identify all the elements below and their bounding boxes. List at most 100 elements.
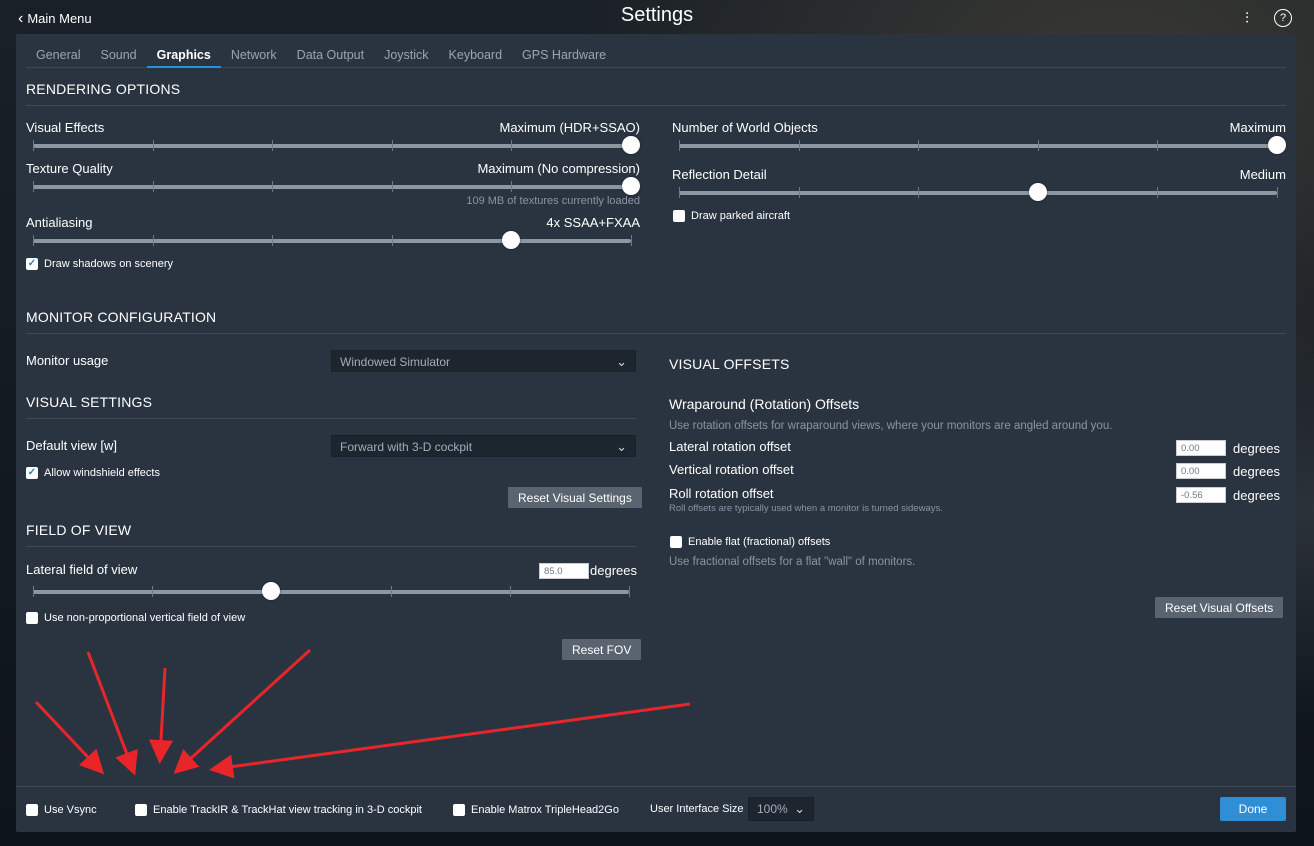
vertical-offset-label: Vertical rotation offset xyxy=(669,462,794,477)
world-objects-label: Number of World Objects xyxy=(672,120,818,135)
chevron-down-icon: ⌄ xyxy=(616,439,627,454)
slider-tick xyxy=(918,187,920,198)
slider-thumb[interactable] xyxy=(622,136,640,154)
slider-tick xyxy=(679,140,680,151)
slider-tick xyxy=(391,181,393,192)
title-bar: ‹ Main Menu Settings ⫶ ? xyxy=(0,0,1314,34)
tab-gps-hardware[interactable]: GPS Hardware xyxy=(512,34,616,68)
reset-fov-button[interactable]: Reset FOV xyxy=(562,639,642,660)
slider-tick xyxy=(33,235,34,246)
draw-shadows-label: Draw shadows on scenery xyxy=(44,258,174,270)
windshield-checkbox[interactable]: Allow windshield effects xyxy=(26,467,160,479)
slider-tick xyxy=(272,140,274,151)
roll-offset-note: Roll offsets are typically used when a m… xyxy=(669,503,943,514)
flat-offsets-checkbox[interactable]: Enable flat (fractional) offsets xyxy=(670,536,830,548)
slider-thumb[interactable] xyxy=(262,582,281,600)
antialiasing-label: Antialiasing xyxy=(26,215,93,230)
slider-thumb[interactable] xyxy=(1028,183,1047,201)
tab-keyboard[interactable]: Keyboard xyxy=(439,34,513,68)
visual-effects-slider[interactable] xyxy=(33,136,640,154)
slider-tick xyxy=(152,235,154,246)
matrox-checkbox[interactable]: Enable Matrox TripleHead2Go xyxy=(453,804,619,816)
default-view-value: Forward with 3-D cockpit xyxy=(340,440,473,454)
help-icon[interactable]: ? xyxy=(1274,9,1292,27)
slider-track xyxy=(679,191,1277,195)
tab-graphics[interactable]: Graphics xyxy=(146,34,221,68)
monitor-usage-value: Windowed Simulator xyxy=(340,355,451,369)
tab-data-output[interactable]: Data Output xyxy=(287,34,374,68)
draw-shadows-checkbox[interactable]: Draw shadows on scenery xyxy=(26,258,173,270)
slider-tick xyxy=(679,187,680,198)
nonprop-fov-checkbox[interactable]: Use non-proportional vertical field of v… xyxy=(26,612,245,624)
reflection-detail-value: Medium xyxy=(1239,167,1286,182)
roll-offset-unit: degrees xyxy=(1233,488,1280,503)
slider-tick xyxy=(152,140,154,151)
done-button[interactable]: Done xyxy=(1220,797,1286,821)
draw-parked-checkbox[interactable]: Draw parked aircraft xyxy=(673,210,790,222)
lateral-fov-slider[interactable] xyxy=(33,582,630,600)
slider-tick xyxy=(511,140,513,151)
bottom-bar: Use Vsync Enable TrackIR & TrackHat view… xyxy=(16,786,1296,832)
tab-sound[interactable]: Sound xyxy=(90,34,146,68)
sliders-icon[interactable]: ⫶ xyxy=(1238,9,1256,27)
draw-parked-label: Draw parked aircraft xyxy=(691,210,791,222)
vsync-checkbox[interactable]: Use Vsync xyxy=(26,804,97,816)
ui-size-dropdown[interactable]: 100% ⌄ xyxy=(748,797,814,821)
checkmark-icon xyxy=(26,258,38,270)
slider-track xyxy=(679,144,1277,148)
roll-offset-input[interactable]: -0.56 xyxy=(1176,487,1226,503)
antialiasing-slider[interactable] xyxy=(33,231,632,249)
divider xyxy=(26,105,1286,106)
slider-tick xyxy=(631,235,632,246)
monitor-usage-label: Monitor usage xyxy=(26,353,109,368)
lateral-offset-input[interactable]: 0.00 xyxy=(1176,440,1226,456)
reflection-detail-label: Reflection Detail xyxy=(672,167,767,182)
fov-heading: FIELD OF VIEW xyxy=(26,522,132,538)
settings-panel: General Sound Graphics Network Data Outp… xyxy=(16,34,1296,832)
tab-general[interactable]: General xyxy=(26,34,90,68)
slider-tick xyxy=(272,235,274,246)
slider-thumb[interactable] xyxy=(1268,136,1286,154)
slider-track xyxy=(33,144,631,148)
texture-quality-slider[interactable] xyxy=(33,177,640,195)
slider-track xyxy=(33,239,631,243)
lateral-offset-unit: degrees xyxy=(1233,441,1280,456)
reflection-detail-slider[interactable] xyxy=(679,183,1278,201)
lateral-fov-label: Lateral field of view xyxy=(26,562,138,577)
slider-thumb[interactable] xyxy=(502,231,521,249)
slider-track xyxy=(33,590,629,594)
tab-bar: General Sound Graphics Network Data Outp… xyxy=(26,34,1286,68)
slider-tick xyxy=(1157,187,1159,198)
visual-offsets-heading: VISUAL OFFSETS xyxy=(669,356,790,372)
lateral-fov-input[interactable]: 85.0 xyxy=(539,563,589,579)
slider-tick xyxy=(152,586,154,597)
default-view-label: Default view [w] xyxy=(26,438,118,453)
lateral-offset-label: Lateral rotation offset xyxy=(669,439,791,454)
trackir-checkbox[interactable]: Enable TrackIR & TrackHat view tracking … xyxy=(135,804,422,816)
slider-thumb[interactable] xyxy=(622,177,640,195)
world-objects-value: Maximum xyxy=(1229,120,1286,135)
slider-tick xyxy=(1277,187,1278,198)
reset-visual-offsets-button[interactable]: Reset Visual Offsets xyxy=(1155,597,1284,618)
chevron-down-icon: ⌄ xyxy=(794,801,805,816)
reset-visual-settings-button[interactable]: Reset Visual Settings xyxy=(508,487,642,508)
world-objects-slider[interactable] xyxy=(679,136,1286,154)
wraparound-description: Use rotation offsets for wraparound view… xyxy=(669,420,1113,432)
ui-size-value: 100% xyxy=(757,802,788,816)
slider-track xyxy=(33,185,631,189)
slider-tick xyxy=(918,140,920,151)
vertical-offset-input[interactable]: 0.00 xyxy=(1176,463,1226,479)
vertical-offset-unit: degrees xyxy=(1233,464,1280,479)
slider-tick xyxy=(798,140,800,151)
wraparound-heading: Wraparound (Rotation) Offsets xyxy=(669,396,860,412)
slider-tick xyxy=(33,181,34,192)
slider-tick xyxy=(798,187,800,198)
monitor-usage-dropdown[interactable]: Windowed Simulator ⌄ xyxy=(331,350,636,372)
ui-size-label: User Interface Size xyxy=(650,803,744,815)
default-view-dropdown[interactable]: Forward with 3-D cockpit ⌄ xyxy=(331,435,636,457)
tab-network[interactable]: Network xyxy=(221,34,287,68)
tab-joystick[interactable]: Joystick xyxy=(374,34,438,68)
visual-effects-label: Visual Effects xyxy=(26,120,105,135)
divider xyxy=(26,418,636,419)
divider xyxy=(26,546,636,547)
